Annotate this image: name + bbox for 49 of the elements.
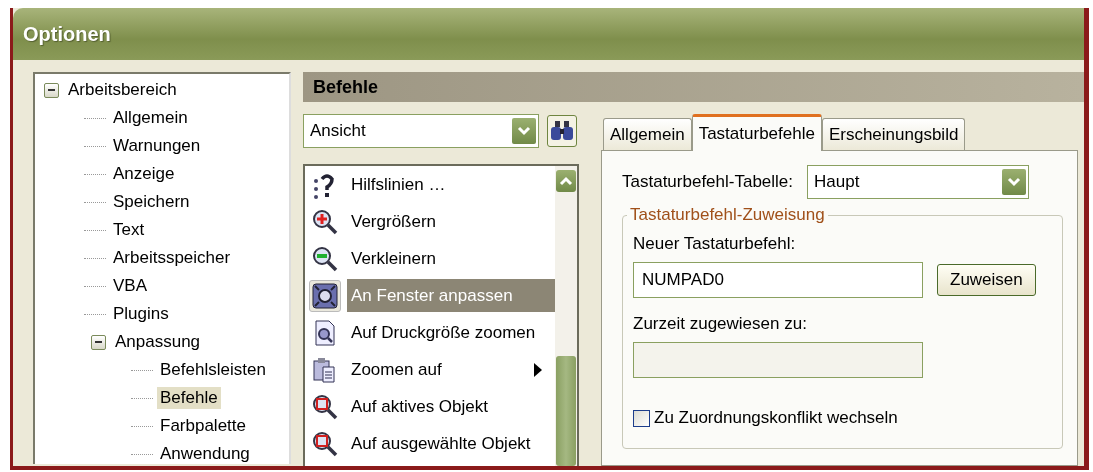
command-item[interactable]: Auf Druckgröße zoomen (347, 316, 555, 349)
fit-window-icon (311, 281, 339, 310)
table-dropdown[interactable]: Haupt (807, 165, 1030, 199)
zoom-in-icon (311, 207, 339, 236)
field-label: Neuer Tastaturbefehl: (633, 234, 797, 254)
tree-item[interactable]: Anwendung (157, 443, 253, 465)
command-item[interactable]: Vergrößern (347, 205, 555, 238)
command-item[interactable]: An Fenster anpassen (347, 279, 555, 312)
collapse-icon[interactable] (91, 334, 106, 350)
tree-item[interactable]: Arbeitsspeicher (110, 247, 234, 269)
tab[interactable]: Tastaturbefehle (691, 114, 822, 151)
tree-item[interactable]: VBA (110, 275, 151, 297)
category-dropdown[interactable]: Ansicht (303, 114, 539, 148)
assign-button[interactable]: Zuweisen (937, 264, 1036, 296)
tree-item[interactable]: Text (110, 219, 148, 241)
command-item[interactable]: Auf ausgewählte Objekt (347, 427, 555, 460)
tree-item[interactable]: Anpassung (112, 331, 204, 353)
field-label: Zurzeit zugewiesen zu: (633, 314, 808, 334)
command-item[interactable]: Hilfslinien … (347, 168, 555, 201)
find-button[interactable] (547, 115, 577, 147)
window-title: Optionen (23, 22, 111, 46)
tree-item[interactable]: Arbeitsbereich (65, 79, 180, 101)
collapse-icon[interactable] (44, 82, 59, 98)
tree-item[interactable]: Anzeige (110, 163, 178, 185)
tree-item[interactable]: Speichern (110, 191, 193, 213)
tab[interactable]: Allgemein (603, 118, 692, 150)
tree-item[interactable]: Allgemein (110, 107, 191, 129)
table-label: Tastaturbefehl-Tabelle: (622, 172, 794, 192)
zoom-out-icon (311, 244, 339, 273)
tree-item[interactable]: Befehle (157, 387, 221, 409)
magnifier-icon (311, 429, 339, 458)
command-item[interactable]: Verkleinern (347, 242, 555, 275)
scrollbar[interactable] (555, 166, 577, 466)
tree-item[interactable]: Farbpalette (157, 415, 249, 437)
section-header: Befehle (303, 72, 1084, 102)
shortcut-input-field[interactable]: NUMPAD0 (633, 262, 923, 298)
command-item[interactable]: Auf aktives Objekt (347, 390, 555, 423)
scroll-thumb[interactable] (556, 356, 576, 466)
command-item[interactable]: Zoomen auf (347, 353, 555, 386)
checkbox[interactable] (633, 409, 650, 427)
magnifier-icon (311, 392, 339, 421)
group-title: Tastaturbefehl-Zuweisung (627, 205, 828, 225)
tab[interactable]: Erscheinungsbild (821, 118, 966, 150)
scroll-up-icon[interactable] (556, 170, 576, 192)
checkbox-label[interactable]: Zu Zuordnungskonflikt wechseln (654, 408, 898, 428)
tree-item[interactable]: Warnungen (110, 135, 204, 157)
tree-item[interactable]: Plugins (110, 303, 172, 325)
tree-item[interactable]: Befehlsleisten (157, 359, 269, 381)
binoculars-icon (550, 120, 574, 142)
